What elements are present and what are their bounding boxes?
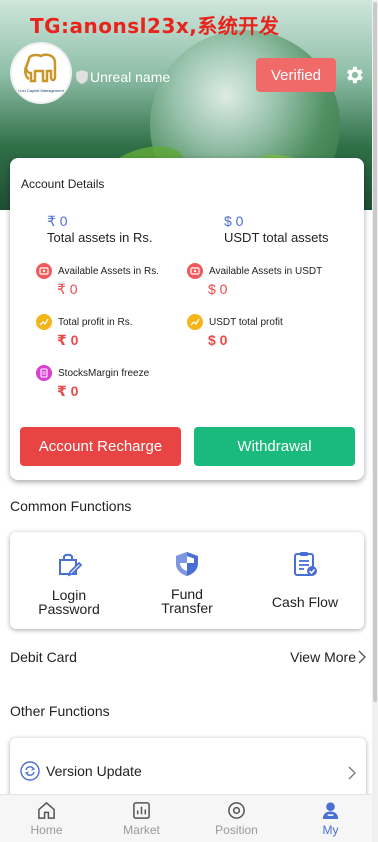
fund-transfer-line1: Fund (171, 586, 203, 602)
available-usdt-label: Available Assets in USDT (209, 265, 323, 277)
avatar[interactable]: Lion Capital Management (10, 42, 72, 104)
fund-transfer-item[interactable]: Fund Transfer (128, 532, 246, 629)
profit-rs-value: ₹ 0 (57, 332, 79, 348)
common-functions-title: Common Functions (10, 498, 132, 514)
fund-transfer-line2: Transfer (161, 600, 213, 616)
account-details-card: Account Details ₹ 0 Total assets in Rs. … (10, 158, 364, 480)
margin-freeze-row: StocksMargin freeze (36, 365, 149, 381)
cash-flow-label: Cash Flow (271, 594, 339, 610)
available-rs-label: Available Assets in Rs. (58, 265, 159, 277)
bottom-tab-bar: Home Market Position My (0, 794, 372, 842)
edit-bag-icon (59, 553, 83, 577)
tab-market[interactable]: Market (95, 795, 188, 842)
tab-market-label: Market (123, 823, 160, 837)
tab-my-label: My (322, 823, 339, 837)
home-icon (38, 801, 55, 819)
bar-chart-icon (133, 802, 150, 819)
common-functions-card: Login Password Fund Transfer Cash Flow (10, 532, 364, 629)
watermark-text: TG:anonsl23x,系统开发 (30, 14, 280, 38)
scrollbar-thumb[interactable] (373, 2, 377, 702)
profit-usdt-value: $ 0 (208, 332, 228, 348)
available-usdt-value: $ 0 (208, 281, 228, 297)
chevron-right-icon (348, 766, 356, 780)
available-rs-row: Available Assets in Rs. (36, 263, 159, 279)
margin-freeze-label: StocksMargin freeze (58, 367, 150, 379)
profit-rs-row: Total profit in Rs. (36, 314, 132, 330)
login-password-item[interactable]: Login Password (10, 532, 128, 629)
refresh-icon (20, 761, 40, 781)
login-password-line1: Login (51, 587, 87, 603)
username-block: Unreal name (76, 69, 170, 85)
wallet-icon (187, 263, 203, 279)
username: Unreal name (90, 69, 171, 85)
gear-icon[interactable] (343, 64, 365, 86)
chevron-right-icon[interactable] (358, 650, 366, 664)
clipboard-check-icon (294, 552, 317, 576)
other-functions-title: Other Functions (10, 703, 110, 719)
shield-icon (76, 70, 88, 84)
available-rs-value: ₹ 0 (57, 281, 78, 297)
debit-card-label: Debit Card (10, 649, 77, 665)
tab-home-label: Home (30, 823, 63, 837)
tab-position-label: Position (215, 823, 258, 837)
wallet-icon (36, 263, 52, 279)
tab-position[interactable]: Position (190, 795, 283, 842)
account-recharge-button[interactable]: Account Recharge (20, 427, 181, 466)
withdrawal-button[interactable]: Withdrawal (194, 427, 355, 466)
target-icon (228, 802, 245, 819)
version-update-label: Version Update (46, 763, 142, 779)
document-icon (36, 365, 52, 381)
view-more-link[interactable]: View More (290, 649, 356, 665)
margin-freeze-value: ₹ 0 (57, 383, 79, 399)
total-assets-label: Total assets in Rs. (47, 230, 153, 245)
debit-card-row: Debit Card View More (10, 648, 366, 668)
cash-flow-item[interactable]: Cash Flow (246, 532, 364, 629)
usdt-assets-label: USDT total assets (224, 230, 329, 245)
shield-icon (176, 552, 198, 576)
profit-usdt-label: USDT total profit (209, 316, 283, 328)
usdt-assets-value: $ 0 (224, 213, 244, 229)
logo-text: Lion Capital Management (18, 88, 64, 93)
user-icon (322, 802, 339, 820)
tab-my[interactable]: My (284, 795, 377, 842)
login-password-line2: Password (38, 601, 100, 617)
profit-rs-label: Total profit in Rs. (58, 316, 133, 328)
total-assets-value: ₹ 0 (47, 213, 68, 229)
verified-button[interactable]: Verified (256, 58, 336, 92)
tab-home[interactable]: Home (0, 795, 93, 842)
profit-usdt-row: USDT total profit (187, 314, 283, 330)
elephant-logo-icon (24, 53, 57, 83)
profit-chart-icon (36, 314, 52, 330)
profit-chart-icon (187, 314, 203, 330)
account-details-title: Account Details (21, 177, 105, 191)
available-usdt-row: Available Assets in USDT (187, 263, 322, 279)
